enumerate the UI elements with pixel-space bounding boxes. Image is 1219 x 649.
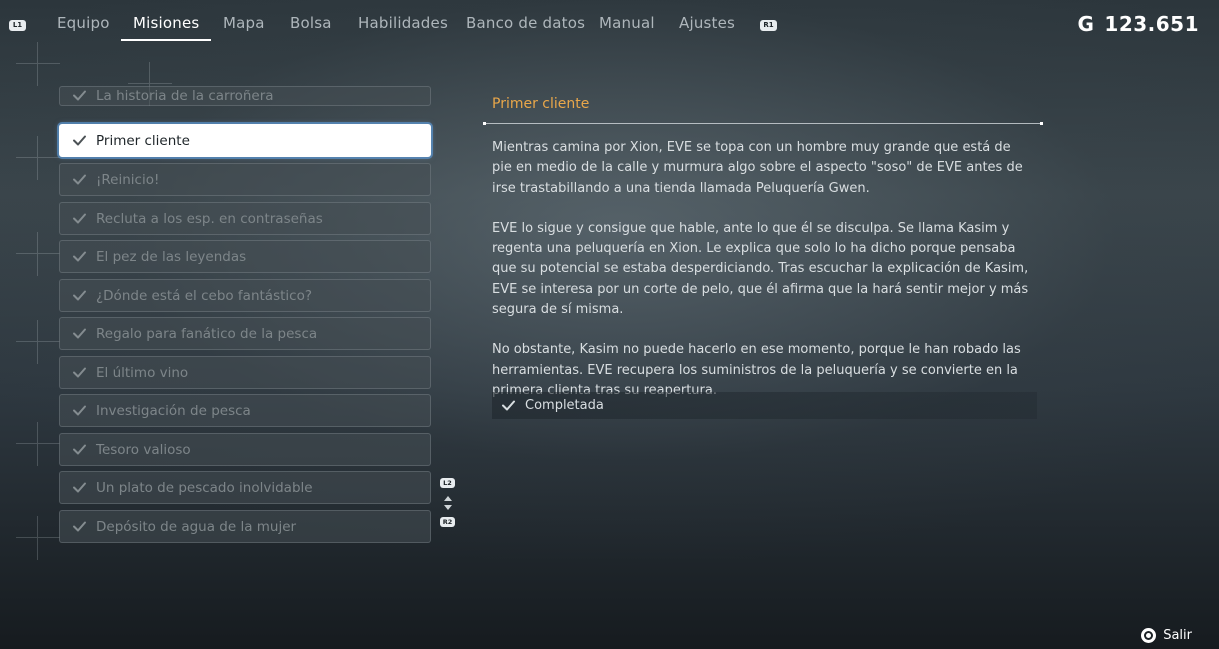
quest-label: Regalo para fanático de la pesca <box>96 325 318 342</box>
tab-habilidades[interactable]: Habilidades <box>358 14 448 41</box>
quest-status-label: Completada <box>525 398 604 413</box>
quest-list-item[interactable]: La historia de la carroñera <box>59 86 431 106</box>
tab-label: Mapa <box>223 14 265 32</box>
r1-button-icon[interactable]: R1 <box>760 20 777 31</box>
quest-label: La historia de la carroñera <box>96 87 274 104</box>
tab-label: Habilidades <box>358 14 448 32</box>
quest-list-item[interactable]: Recluta a los esp. en contraseñas <box>59 202 431 235</box>
gold-currency-icon: G <box>1077 12 1095 36</box>
circle-button-icon <box>1141 628 1157 643</box>
check-icon <box>73 482 86 493</box>
decorative-cross <box>16 320 60 364</box>
quest-list-item[interactable]: El pez de las leyendas <box>59 240 431 273</box>
title-divider <box>483 122 1043 125</box>
check-icon <box>73 290 86 301</box>
quest-label: ¿Dónde está el cebo fantástico? <box>96 287 313 304</box>
scroll-arrows-icon <box>444 496 452 510</box>
check-icon <box>73 444 86 455</box>
quest-label: Depósito de agua de la mujer <box>96 518 297 535</box>
tab-misiones[interactable]: Misiones <box>121 14 212 41</box>
quest-label: Un plato de pescado inolvidable <box>96 479 313 496</box>
l2-button-icon[interactable]: L2 <box>440 478 455 488</box>
quest-label: ¡Reinicio! <box>96 171 160 188</box>
exit-button[interactable]: Salir <box>1141 628 1192 643</box>
tab-label: Misiones <box>133 14 200 32</box>
exit-label: Salir <box>1163 628 1192 643</box>
quest-label: Primer cliente <box>96 132 190 149</box>
decorative-cross <box>16 42 60 86</box>
tab-banco-de-datos[interactable]: Banco de datos <box>466 14 585 41</box>
r2-button-icon[interactable]: R2 <box>440 517 455 527</box>
quest-detail-title: Primer cliente <box>492 96 590 112</box>
quest-list-item[interactable]: ¿Dónde está el cebo fantástico? <box>59 279 431 312</box>
check-icon <box>73 90 86 101</box>
quest-list-item[interactable]: El último vino <box>59 356 431 389</box>
tab-ajustes[interactable]: Ajustes <box>679 14 735 41</box>
check-icon <box>73 328 86 339</box>
tab-mapa[interactable]: Mapa <box>223 14 265 41</box>
active-tab-underline <box>121 39 212 41</box>
quest-label: Tesoro valioso <box>96 441 191 458</box>
description-paragraph: EVE lo sigue y consigue que hable, ante … <box>492 220 1029 318</box>
quest-list-item[interactable]: Depósito de agua de la mujer <box>59 510 431 543</box>
quest-label: El último vino <box>96 364 189 381</box>
quest-list-item[interactable]: Un plato de pescado inolvidable <box>59 471 431 504</box>
decorative-cross <box>16 136 60 180</box>
tab-label: Equipo <box>57 14 110 32</box>
description-paragraph: Mientras camina por Xion, EVE se topa co… <box>492 140 1023 196</box>
quest-list-item[interactable]: ¡Reinicio! <box>59 163 431 196</box>
check-icon <box>73 521 86 532</box>
tab-label: Bolsa <box>290 14 332 32</box>
currency-display: G 123.651 <box>1077 12 1199 36</box>
top-menu-bar: L1 Equipo Misiones Mapa Bolsa Habilidade… <box>0 0 1219 48</box>
decorative-cross <box>16 422 60 466</box>
quest-list-item-selected[interactable]: Primer cliente <box>59 124 431 157</box>
check-icon <box>73 213 86 224</box>
quest-list-item[interactable]: Tesoro valioso <box>59 433 431 466</box>
tab-label: Manual <box>599 14 655 32</box>
quest-label: El pez de las leyendas <box>96 248 247 265</box>
quest-status-bar: Completada <box>492 392 1037 419</box>
quest-list-item[interactable]: Investigación de pesca <box>59 394 431 427</box>
quest-label: Recluta a los esp. en contraseñas <box>96 210 323 227</box>
tab-label: Ajustes <box>679 14 736 32</box>
check-icon <box>73 251 86 262</box>
tab-equipo[interactable]: Equipo <box>57 14 110 41</box>
quest-list-item[interactable]: Regalo para fanático de la pesca <box>59 317 431 350</box>
list-scroll-control[interactable]: L2 R2 <box>440 478 456 528</box>
check-icon <box>73 135 86 146</box>
check-icon <box>73 367 86 378</box>
check-icon <box>73 405 86 416</box>
currency-amount: 123.651 <box>1104 12 1199 36</box>
quest-description: Mientras camina por Xion, EVE se topa co… <box>483 138 1043 401</box>
tab-manual[interactable]: Manual <box>599 14 655 41</box>
tab-bolsa[interactable]: Bolsa <box>290 14 332 41</box>
tab-label: Banco de datos <box>466 14 586 32</box>
check-icon <box>502 400 515 411</box>
check-icon <box>73 174 86 185</box>
decorative-cross <box>16 516 60 560</box>
quest-detail-panel: Primer cliente Mientras camina por Xion,… <box>483 96 1043 421</box>
quest-label: Investigación de pesca <box>96 402 251 419</box>
decorative-cross <box>16 232 60 276</box>
l1-button-icon[interactable]: L1 <box>9 20 26 31</box>
